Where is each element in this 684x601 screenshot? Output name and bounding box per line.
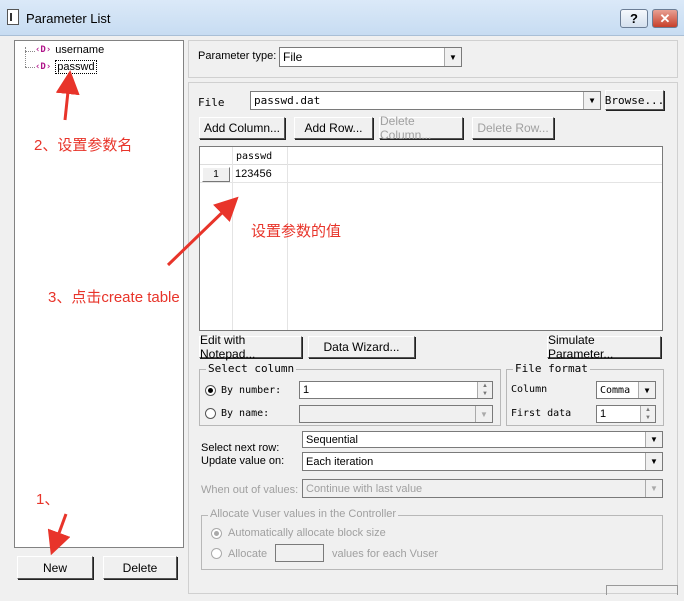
arrow-step2 bbox=[55, 70, 80, 121]
annotation-arrows bbox=[47, 70, 239, 556]
arrow-step3 bbox=[166, 196, 239, 267]
arrow-step1 bbox=[47, 513, 71, 556]
